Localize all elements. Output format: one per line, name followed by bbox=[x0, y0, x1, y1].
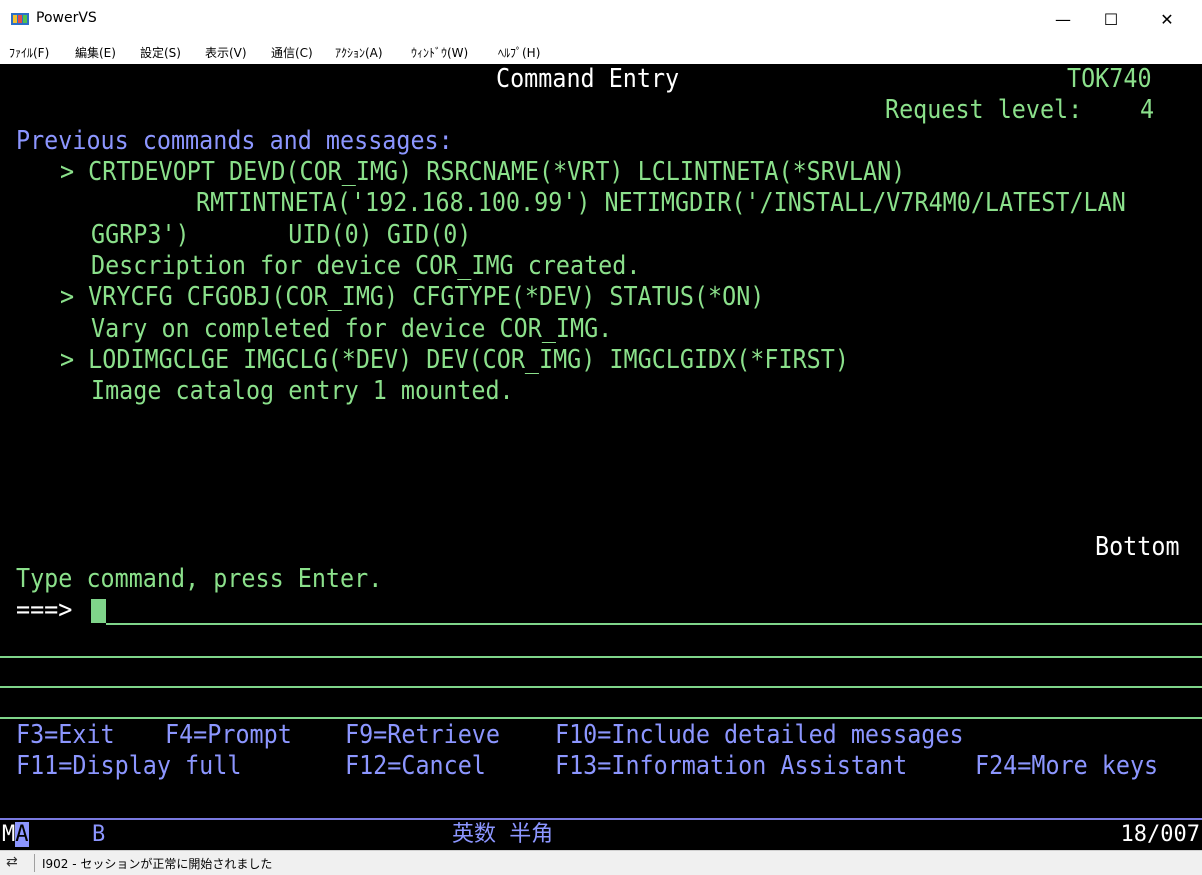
fkey-display-full[interactable]: F11=Display full bbox=[16, 751, 241, 781]
title-bar: PowerVS — ☐ ✕ bbox=[0, 0, 1202, 40]
log-line: RMTINTNETA('192.168.100.99') NETIMGDIR('… bbox=[196, 188, 1126, 218]
connection-icon: ⇄ bbox=[6, 854, 18, 870]
input-underline bbox=[0, 686, 1202, 688]
fkey-exit[interactable]: F3=Exit bbox=[16, 720, 115, 750]
log-line: > LODIMGCLGE IMGCLG(*DEV) DEV(COR_IMG) I… bbox=[60, 345, 849, 375]
log-line: Description for device COR_IMG created. bbox=[91, 251, 641, 281]
prompt-text: Type command, press Enter. bbox=[16, 564, 383, 594]
divider bbox=[34, 854, 35, 872]
menu-action[interactable]: ｱｸｼｮﾝ(A) bbox=[335, 44, 383, 61]
cursor-position: 18/007 bbox=[1120, 822, 1200, 847]
maximize-icon: ☐ bbox=[1103, 10, 1119, 29]
maximize-button[interactable]: ☐ bbox=[1088, 0, 1134, 40]
menu-window[interactable]: ｳｨﾝﾄﾞｳ(W) bbox=[411, 44, 468, 61]
input-underline bbox=[0, 717, 1202, 719]
fkey-cancel[interactable]: F12=Cancel bbox=[345, 751, 486, 781]
log-line: GGRP3') UID(0) GID(0) bbox=[91, 220, 472, 250]
system-name: TOK740 bbox=[1067, 64, 1152, 94]
request-level-value: 4 bbox=[1140, 95, 1155, 125]
minimize-button[interactable]: — bbox=[1040, 0, 1086, 40]
fkey-retrieve[interactable]: F9=Retrieve bbox=[345, 720, 500, 750]
fkey-more-keys[interactable]: F24=More keys bbox=[975, 751, 1158, 781]
menu-file[interactable]: ﾌｧｲﾙ(F) bbox=[9, 44, 49, 61]
oia-mode-highlight: A bbox=[15, 822, 29, 847]
command-input[interactable] bbox=[106, 623, 1202, 625]
app-icon bbox=[11, 13, 29, 25]
menu-settings[interactable]: 設定(S) bbox=[140, 44, 181, 61]
menu-help[interactable]: ﾍﾙﾌﾟ(H) bbox=[498, 44, 540, 61]
fkey-prompt[interactable]: F4=Prompt bbox=[165, 720, 292, 750]
screen-title: Command Entry bbox=[496, 64, 680, 94]
fkey-information-assistant[interactable]: F13=Information Assistant bbox=[555, 751, 907, 781]
prompt-arrow: ===> bbox=[16, 595, 73, 625]
section-label: Previous commands and messages: bbox=[16, 126, 453, 156]
ime-mode: 英数 半角 bbox=[452, 822, 554, 847]
text-cursor bbox=[91, 599, 106, 623]
menu-comm[interactable]: 通信(C) bbox=[271, 44, 313, 61]
terminal-screen[interactable]: Command Entry TOK740 Request level: 4 Pr… bbox=[0, 64, 1202, 818]
log-line: > CRTDEVOPT DEVD(COR_IMG) RSRCNAME(*VRT)… bbox=[60, 157, 906, 187]
menu-view[interactable]: 表示(V) bbox=[205, 44, 247, 61]
message-bar: ⇄ I902 - セッションが正常に開始されました bbox=[0, 850, 1202, 875]
log-line: Image catalog entry 1 mounted. bbox=[91, 376, 514, 406]
oia-mode: MA bbox=[2, 821, 55, 849]
fkey-include-detailed[interactable]: F10=Include detailed messages bbox=[555, 720, 964, 750]
log-line: Vary on completed for device COR_IMG. bbox=[91, 314, 613, 344]
log-line: > VRYCFG CFGOBJ(COR_IMG) CFGTYPE(*DEV) S… bbox=[60, 282, 765, 312]
minimize-icon: — bbox=[1055, 10, 1071, 29]
status-message: I902 - セッションが正常に開始されました bbox=[42, 857, 273, 871]
request-level-label: Request level: bbox=[885, 95, 1083, 125]
oia-indicator: B bbox=[92, 822, 106, 847]
close-icon: ✕ bbox=[1160, 10, 1174, 29]
window-title: PowerVS bbox=[36, 10, 97, 26]
close-button[interactable]: ✕ bbox=[1144, 0, 1190, 40]
menu-edit[interactable]: 編集(E) bbox=[75, 44, 116, 61]
oia-mode-prefix: M bbox=[2, 822, 16, 847]
oia-status-bar: MA B 英数 半角 18/007 bbox=[0, 818, 1202, 850]
bottom-indicator: Bottom bbox=[1095, 532, 1180, 562]
menu-bar: ﾌｧｲﾙ(F) 編集(E) 設定(S) 表示(V) 通信(C) ｱｸｼｮﾝ(A)… bbox=[0, 40, 1202, 64]
input-underline bbox=[0, 656, 1202, 658]
